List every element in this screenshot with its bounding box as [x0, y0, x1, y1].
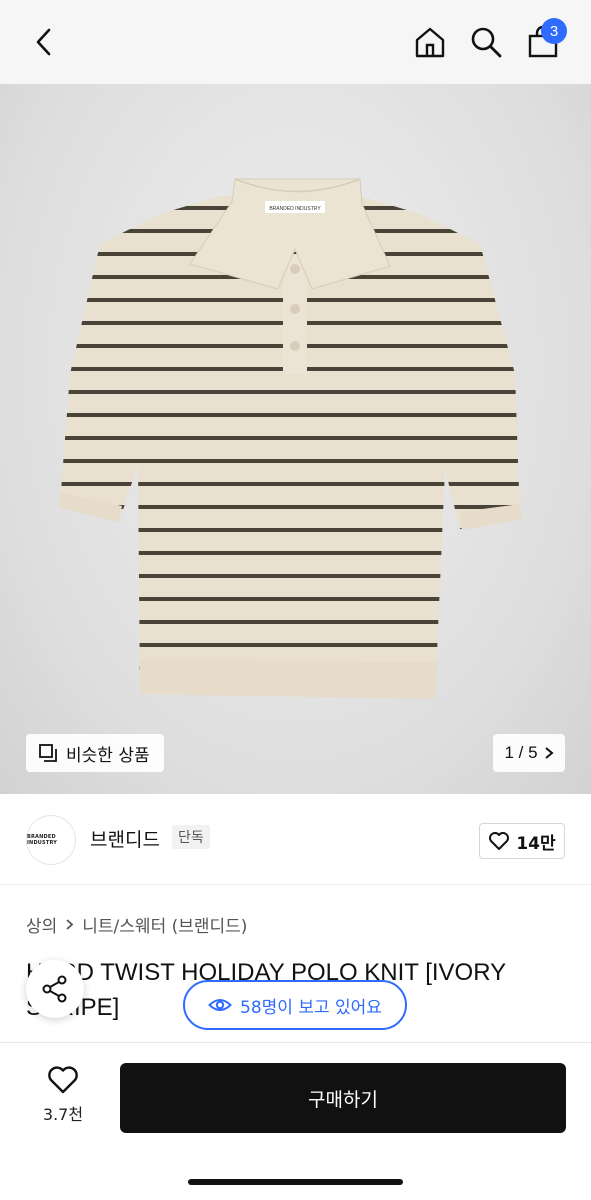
share-icon: [42, 975, 67, 1003]
breadcrumb-category[interactable]: 상의: [26, 912, 57, 937]
chevron-left-icon: [36, 28, 51, 56]
buy-button[interactable]: 구매하기: [120, 1063, 566, 1133]
heart-icon: [489, 832, 510, 850]
share-button[interactable]: [26, 960, 84, 1018]
copy-icon: [39, 744, 57, 762]
search-button[interactable]: [466, 22, 506, 62]
exclusive-badge: 단독: [172, 825, 210, 849]
breadcrumb-subcategory[interactable]: 니트/스웨터 (브랜디드): [82, 912, 247, 937]
cart-button[interactable]: 3: [523, 18, 567, 62]
image-pager[interactable]: 1 / 5: [493, 734, 565, 772]
breadcrumb: 상의 니트/스웨터 (브랜디드): [26, 912, 247, 937]
neck-label-text: BRANDED INDUSTRY: [269, 206, 321, 212]
back-button[interactable]: [24, 22, 64, 62]
heart-icon: [48, 1066, 78, 1094]
brand-logo-text: BRANDED INDUSTRY: [27, 834, 58, 846]
brand-name[interactable]: 브랜디드: [90, 825, 160, 852]
home-icon: [415, 27, 445, 58]
chevron-right-icon: [66, 919, 74, 930]
similar-products-label: 비슷한 상품: [66, 745, 150, 766]
search-icon: [471, 27, 502, 58]
product-image: BRANDED INDUSTRY: [60, 178, 522, 699]
brand-logo[interactable]: BRANDED INDUSTRY: [26, 815, 76, 865]
wishlist-count: 3.7천: [42, 1105, 84, 1124]
bottom-action-bar: 3.7천 구매하기: [0, 1043, 591, 1200]
pager-text: 1 / 5: [504, 743, 538, 762]
brand-row: BRANDED INDUSTRY 브랜디드 단독 14만: [0, 795, 591, 885]
chevron-right-icon: [544, 747, 554, 759]
brand-like-button[interactable]: 14만: [479, 823, 565, 859]
product-image-carousel[interactable]: BRANDED INDUSTRY 비슷한 상품 1 / 5: [0, 84, 591, 794]
eye-icon: [208, 999, 232, 1011]
home-button[interactable]: [410, 22, 450, 62]
brand-like-count: 14만: [516, 833, 556, 854]
top-bar: 3: [0, 0, 591, 84]
wishlist-button[interactable]: 3.7천: [26, 1065, 100, 1125]
cart-count-badge: 3: [541, 18, 567, 44]
viewers-count-pill: 58명이 보고 있어요: [183, 980, 407, 1030]
similar-products-button[interactable]: 비슷한 상품: [26, 734, 164, 772]
home-indicator: [188, 1179, 403, 1185]
viewers-text: 58명이 보고 있어요: [240, 997, 382, 1018]
